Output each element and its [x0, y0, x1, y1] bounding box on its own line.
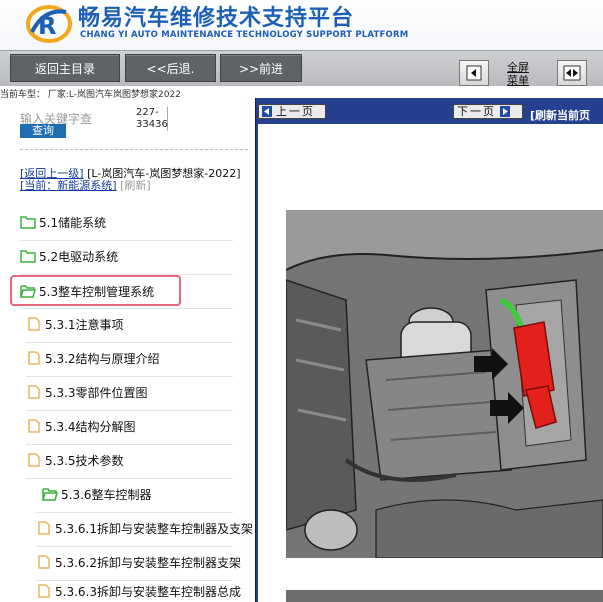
brand-subtitle: CHANG YI AUTO MAINTENANCE TECHNOLOGY SUP…	[80, 30, 409, 40]
fullscreen-label-line2: 菜单	[507, 74, 529, 87]
arrow-left-icon	[262, 106, 272, 117]
prev-page-label: 上一页	[276, 105, 315, 118]
tree-item-label: 5.3.5技术参数	[45, 453, 124, 468]
tree-item-storage[interactable]: 5.1储能系统	[20, 206, 250, 238]
next-page-label: 下一页	[457, 105, 496, 118]
tree-item-remove-vcu-bracket[interactable]: 5.3.6.1拆卸与安装整车控制器及支架	[36, 512, 253, 544]
document-icon	[38, 555, 50, 569]
search-code: 227-33436	[136, 107, 168, 131]
tree-item-label: 5.3.2结构与原理介绍	[45, 351, 160, 366]
engine-bay-illustration	[286, 210, 603, 558]
tree-item-label: 5.3.6.3拆卸与安装整车控制器总成	[55, 584, 241, 599]
tree-item-vcu[interactable]: 5.3.6整车控制器	[42, 478, 250, 510]
tree-item-label: 5.1储能系统	[39, 215, 107, 230]
tree-item-remove-assembly[interactable]: 5.3.6.3拆卸与安装整车控制器总成	[36, 580, 253, 602]
refresh-page-link[interactable]: [刷新当前页	[530, 107, 590, 123]
prev-page-button[interactable]: 上一页	[258, 104, 326, 119]
current-category-link[interactable]: [当前：新能源系统]	[20, 179, 117, 192]
arrow-right-icon	[500, 106, 510, 117]
document-icon	[28, 385, 40, 399]
tree-item-locations[interactable]: 5.3.3零部件位置图	[26, 376, 250, 408]
back-button[interactable]: <<后退.	[125, 54, 216, 82]
tree-item-label: 5.3.6.1拆卸与安装整车控制器及支架	[55, 521, 253, 536]
tree-item-structure[interactable]: 5.3.2结构与原理介绍	[26, 342, 250, 374]
breadcrumb: [返回上一级] [L-岚图汽车-岚图梦想家-2022] [当前：新能源系统] […	[20, 168, 248, 192]
folder-icon	[20, 250, 36, 263]
document-icon	[28, 453, 40, 467]
document-icon	[28, 317, 40, 331]
forward-button[interactable]: >>前进	[220, 54, 302, 82]
tree-item-exploded[interactable]: 5.3.4结构分解图	[26, 410, 250, 442]
divider	[20, 149, 248, 150]
panel-collapse-icon	[466, 65, 482, 81]
document-icon	[38, 584, 50, 598]
home-button[interactable]: 返回主目录	[10, 54, 120, 82]
document-icon	[28, 351, 40, 365]
selection-highlight	[10, 275, 181, 306]
brand-title: 畅易汽车维修技术支持平台	[78, 6, 355, 31]
folder-icon	[20, 216, 36, 229]
fullscreen-label-line1: 全屏	[507, 61, 529, 74]
search-button[interactable]: 查询	[20, 124, 66, 138]
tree-item-notes[interactable]: 5.3.1注意事项	[26, 308, 250, 340]
tree-item-label: 5.3.4结构分解图	[45, 419, 136, 434]
folder-open-icon	[42, 488, 58, 501]
svg-text:R: R	[38, 12, 56, 40]
logo-icon: R	[26, 5, 72, 43]
fullscreen-button[interactable]	[557, 60, 587, 86]
engine-bay-figure	[286, 210, 603, 558]
refresh-link[interactable]: [刷新]	[120, 179, 151, 192]
tree-item-specs[interactable]: 5.3.5技术参数	[26, 444, 250, 476]
tree-item-label: 5.3.1注意事项	[45, 317, 124, 332]
tree-item-drive[interactable]: 5.2电驱动系统	[20, 240, 250, 272]
expand-icon	[563, 65, 581, 81]
collapse-menu-button[interactable]	[459, 60, 489, 86]
second-figure-edge	[286, 590, 603, 602]
tree-item-label: 5.3.6.2拆卸与安装整车控制器支架	[55, 555, 241, 570]
tree-item-remove-bracket[interactable]: 5.3.6.2拆卸与安装整车控制器支架	[36, 546, 253, 578]
document-icon	[38, 521, 50, 535]
next-page-button[interactable]: 下一页	[453, 104, 523, 119]
document-icon	[28, 419, 40, 433]
tree-item-label: 5.3.3零部件位置图	[45, 385, 148, 400]
fullscreen-menu-label[interactable]: 全屏 菜单	[500, 61, 536, 87]
tree-item-label: 5.2电驱动系统	[39, 249, 119, 264]
tree-item-label: 5.3.6整车控制器	[61, 487, 152, 502]
header-banner: R 畅易汽车维修技术支持平台 CHANG YI AUTO MAINTENANCE…	[0, 0, 603, 50]
